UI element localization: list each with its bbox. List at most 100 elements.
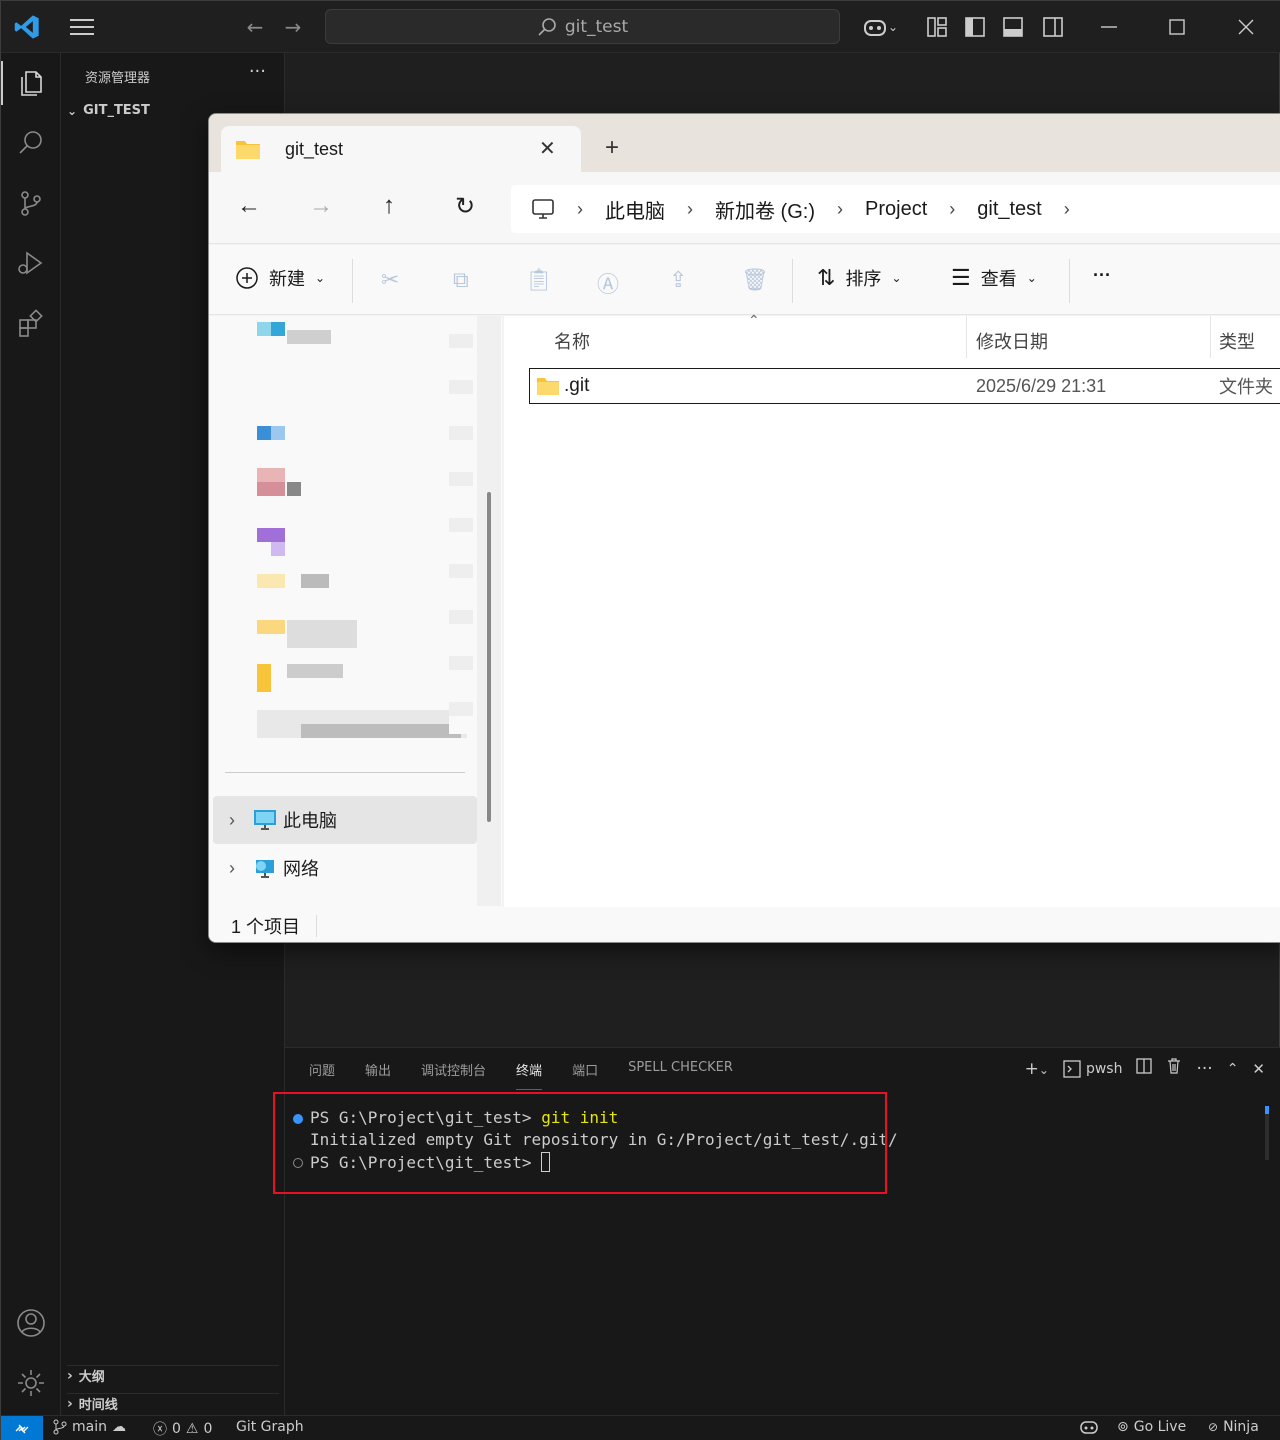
timeline-section-header[interactable]: › 时间线 [67,1393,279,1413]
terminal-shell-selector[interactable]: pwsh [1063,1059,1123,1078]
delete-icon[interactable]: 🗑︎ [741,267,769,293]
new-terminal-icon[interactable]: +⌄ [1025,1059,1049,1079]
toggle-panel-icon[interactable] [999,13,1027,41]
customize-layout-icon[interactable] [923,13,951,41]
copy-icon[interactable]: ⧉ [453,267,469,293]
breadcrumb-chevron-icon[interactable]: › [577,199,583,220]
sidebar-more-icon[interactable]: ··· [249,61,266,82]
back-icon[interactable]: ← [237,192,261,220]
vscode-window: ← → git_test ⌄ 资源管理器 ··· ⌄ GIT_TEST › 大纲… [0,0,1280,1440]
extensions-activity-icon[interactable] [1,295,61,351]
new-tab-icon[interactable]: + [605,134,619,162]
explorer-tab-strip: git_test ✕ + [209,114,1280,172]
sync-cloud-icon[interactable]: ☁ [112,1419,126,1435]
split-terminal-icon[interactable] [1136,1058,1153,1079]
sort-button[interactable]: ⇅ 排序 ⌄ [817,265,902,291]
highlight-box [273,1092,887,1194]
close-window-icon[interactable] [1232,13,1260,41]
column-header-type[interactable]: 类型 [1219,328,1255,354]
kill-terminal-icon[interactable] [1166,1058,1182,1079]
explorer-tab-title: git_test [285,139,344,159]
address-bar[interactable]: › 此电脑 › 新加卷 (G:) › Project › git_test › [511,185,1280,233]
forward-icon[interactable]: → [309,192,333,220]
view-button[interactable]: ☰ 查看 ⌄ [951,265,1037,291]
tab-output[interactable]: 输出 [365,1060,391,1086]
maximize-panel-icon[interactable]: ⌃ [1227,1061,1239,1077]
chevron-down-icon: ⌄ [67,103,78,118]
menu-icon[interactable] [65,13,99,41]
computer-icon [532,199,554,219]
breadcrumb-drive[interactable]: 新加卷 (G:) [715,195,815,224]
cut-icon[interactable]: ✂ [381,267,399,293]
tab-debug-console[interactable]: 调试控制台 [421,1060,486,1086]
new-button[interactable]: 新建 ⌄ [235,265,325,291]
column-header-modified[interactable]: 修改日期 [976,328,1048,354]
toggle-primary-sidebar-icon[interactable] [961,13,989,41]
copilot-status-icon[interactable] [1079,1419,1099,1435]
git-graph-status[interactable]: Git Graph [236,1419,304,1435]
forward-arrow-icon[interactable]: → [279,13,307,41]
back-arrow-icon[interactable]: ← [241,13,269,41]
nav-scrollbar[interactable] [477,316,501,906]
terminal-scrollbar[interactable] [1265,1106,1269,1160]
search-activity-icon[interactable] [1,115,61,171]
explorer-activity-icon[interactable] [1,55,61,111]
nav-item-this-pc[interactable]: › 此电脑 [213,796,477,844]
accounts-icon[interactable] [1,1295,61,1351]
chevron-right-icon: › [229,857,235,878]
ninja-status[interactable]: ⊘ Ninja [1208,1419,1259,1435]
nav-item-network[interactable]: › 网络 [213,844,477,892]
breadcrumb-this-pc[interactable]: 此电脑 [605,195,665,224]
breadcrumb-chevron-icon[interactable]: › [687,199,693,220]
more-actions-icon[interactable]: ··· [1196,1059,1212,1079]
error-icon: ⓧ [153,1422,167,1438]
shell-name: pwsh [1085,1060,1123,1077]
minimize-icon[interactable] [1095,13,1123,41]
breadcrumb-chevron-icon[interactable]: › [837,199,843,220]
chevron-right-icon: › [67,1395,73,1412]
maximize-icon[interactable] [1163,13,1191,41]
column-header-name[interactable]: 名称 [554,328,590,354]
more-options-icon[interactable]: ··· [1093,265,1111,286]
share-icon[interactable]: ⇪ [669,267,687,293]
go-live-status[interactable]: ⊚ Go Live [1117,1419,1186,1435]
outline-section-header[interactable]: › 大纲 [67,1365,279,1385]
command-center-search[interactable]: git_test [325,9,840,44]
up-icon[interactable]: ↑ [383,192,395,220]
paste-icon[interactable]: 📋︎ [525,267,553,293]
branch-name: main [72,1419,107,1435]
run-debug-activity-icon[interactable] [1,235,61,291]
breadcrumb-git-test[interactable]: git_test [977,198,1041,221]
breadcrumb-chevron-icon[interactable]: › [949,199,955,220]
tab-spell-checker[interactable]: SPELL CHECKER [628,1060,733,1086]
tab-terminal[interactable]: 终端 [516,1060,543,1090]
chevron-down-icon: ⌄ [1026,271,1037,285]
branch-icon [53,1419,67,1435]
tab-ports[interactable]: 端口 [572,1060,598,1086]
remote-indicator-icon[interactable] [1,1416,43,1440]
rename-icon[interactable]: Ⓐ [597,267,619,299]
copilot-icon[interactable]: ⌄ [857,13,903,41]
tab-problems[interactable]: 问题 [309,1060,335,1086]
search-icon [538,17,556,36]
file-row[interactable]: .git 2025/6/29 21:31 文件夹 [529,368,1280,404]
activity-bar [1,53,61,1415]
toggle-secondary-sidebar-icon[interactable] [1039,13,1067,41]
problems-status[interactable]: ⓧ 0 ⚠ 0 [153,1419,212,1439]
folder-icon [537,378,559,395]
folder-section-header[interactable]: ⌄ GIT_TEST [67,103,150,118]
sort-ascending-icon: ⌃ [748,312,760,328]
refresh-icon[interactable]: ↻ [455,192,475,221]
broadcast-icon: ⊚ [1117,1419,1129,1435]
close-tab-icon[interactable]: ✕ [539,136,556,161]
sidebar-title: 资源管理器 [85,71,151,86]
source-control-activity-icon[interactable] [1,175,61,231]
panel-actions: +⌄ pwsh ··· ⌃ ✕ [1025,1058,1265,1079]
breadcrumb-project[interactable]: Project [865,198,927,221]
breadcrumb-chevron-icon[interactable]: › [1064,199,1070,220]
branch-status[interactable]: main ☁ [53,1419,126,1435]
settings-gear-icon[interactable] [1,1355,61,1411]
explorer-tab[interactable]: git_test ✕ [221,126,581,172]
timeline-label: 时间线 [78,1398,118,1413]
close-panel-icon[interactable]: ✕ [1252,1060,1265,1078]
